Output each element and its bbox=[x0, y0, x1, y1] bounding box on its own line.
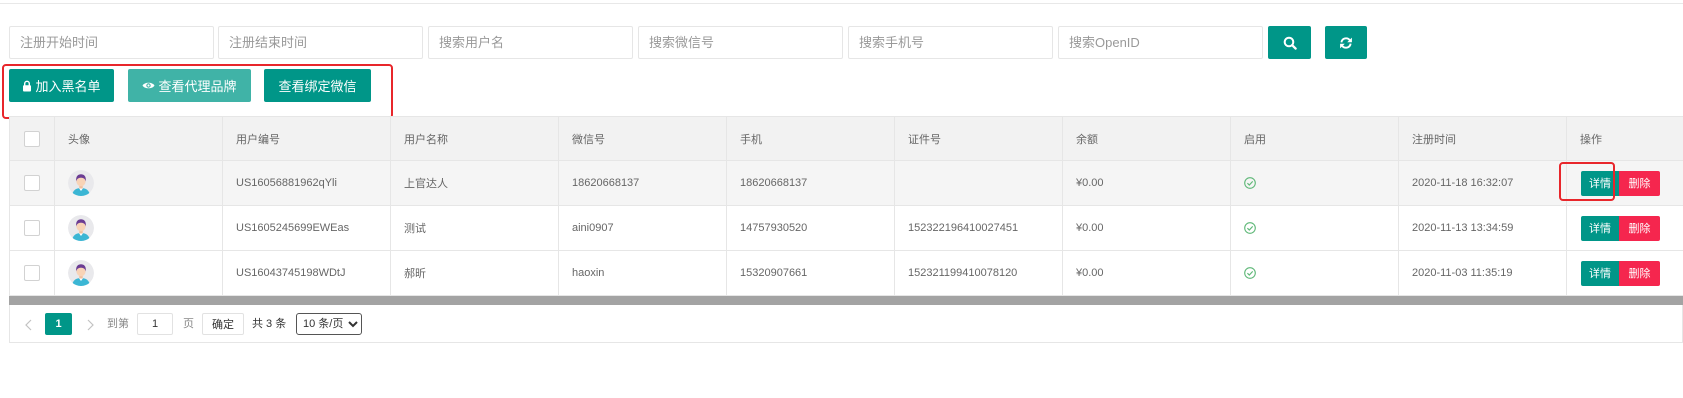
table-horizontal-scrollbar[interactable] bbox=[9, 296, 1683, 305]
row-checkbox[interactable] bbox=[24, 220, 40, 236]
table-row: US16056881962qYli 上官达人 18620668137 18620… bbox=[10, 161, 1683, 206]
column-header-wechat: 微信号 bbox=[559, 117, 727, 161]
openid-search-input[interactable] bbox=[1058, 26, 1263, 59]
user-avatar-icon bbox=[68, 215, 94, 241]
username-cell: 郝昕 bbox=[391, 251, 559, 296]
check-circle-icon bbox=[1244, 177, 1256, 189]
total-count-label: 共 3 条 bbox=[252, 318, 287, 330]
view-agent-brand-button[interactable]: 查看代理品牌 bbox=[128, 69, 251, 102]
row-select-cell bbox=[10, 206, 55, 251]
top-divider bbox=[0, 3, 1683, 4]
select-all-checkbox[interactable] bbox=[24, 130, 40, 147]
goto-confirm-button[interactable]: 确定 bbox=[202, 313, 244, 335]
user-id-cell: US1605245699EWEas bbox=[223, 206, 391, 251]
delete-button[interactable]: 删除 bbox=[1619, 170, 1660, 196]
column-header-avatar: 头像 bbox=[55, 117, 223, 161]
goto-page-label: 到第 bbox=[107, 318, 129, 330]
registered-at-cell: 2020-11-18 16:32:07 bbox=[1399, 161, 1567, 206]
search-button[interactable] bbox=[1268, 26, 1311, 59]
username-cell: 上官达人 bbox=[391, 161, 559, 206]
user-id-cell: US16043745198WDtJ bbox=[223, 251, 391, 296]
wechat-cell: 18620668137 bbox=[559, 161, 727, 206]
phone-search-input[interactable] bbox=[848, 26, 1053, 59]
actions-cell: 详情 删除 bbox=[1567, 251, 1683, 296]
goto-page-input[interactable] bbox=[137, 313, 173, 335]
avatar-cell bbox=[55, 161, 223, 206]
username-cell: 测试 bbox=[391, 206, 559, 251]
page-size-select[interactable]: 10 条/页 bbox=[296, 313, 362, 335]
column-header-enabled: 启用 bbox=[1231, 117, 1399, 161]
column-header-phone: 手机 bbox=[727, 117, 895, 161]
add-to-blacklist-label: 加入黑名单 bbox=[35, 79, 101, 94]
column-header-user-id: 用户编号 bbox=[223, 117, 391, 161]
id-number-cell: 152321199410078120 bbox=[895, 251, 1063, 296]
page-unit-label: 页 bbox=[183, 318, 194, 330]
registered-at-cell: 2020-11-03 11:35:19 bbox=[1399, 251, 1567, 296]
enabled-cell bbox=[1231, 161, 1399, 206]
user-avatar-icon bbox=[68, 260, 94, 286]
column-header-id-number: 证件号 bbox=[895, 117, 1063, 161]
lock-icon bbox=[22, 80, 32, 92]
column-header-balance: 余额 bbox=[1063, 117, 1231, 161]
row-select-cell bbox=[10, 161, 55, 206]
balance-cell: ¥0.00 bbox=[1063, 161, 1231, 206]
view-bound-wechat-button[interactable]: 查看绑定微信 bbox=[264, 69, 371, 102]
user-table: 头像 用户编号 用户名称 微信号 手机 证件号 余额 启用 注册时间 操作 US… bbox=[9, 116, 1683, 296]
phone-cell: 18620668137 bbox=[727, 161, 895, 206]
pagination: 1 到第 页 确定 共 3 条 10 条/页 bbox=[9, 305, 1683, 343]
actions-cell: 详情 删除 bbox=[1567, 206, 1683, 251]
row-select-cell bbox=[10, 251, 55, 296]
delete-button[interactable]: 删除 bbox=[1619, 215, 1660, 241]
row-checkbox[interactable] bbox=[24, 265, 40, 281]
avatar-cell bbox=[55, 251, 223, 296]
chevron-right-icon[interactable] bbox=[87, 318, 94, 336]
column-header-registered-at: 注册时间 bbox=[1399, 117, 1567, 161]
detail-button[interactable]: 详情 bbox=[1581, 215, 1619, 241]
column-header-actions: 操作 bbox=[1567, 117, 1683, 161]
phone-cell: 15320907661 bbox=[727, 251, 895, 296]
balance-cell: ¥0.00 bbox=[1063, 206, 1231, 251]
page-number-current[interactable]: 1 bbox=[45, 313, 72, 335]
detail-button[interactable]: 详情 bbox=[1581, 260, 1619, 286]
add-to-blacklist-button[interactable]: 加入黑名单 bbox=[9, 69, 114, 102]
balance-cell: ¥0.00 bbox=[1063, 251, 1231, 296]
user-avatar-icon bbox=[68, 170, 94, 196]
actions-cell: 详情 删除 bbox=[1567, 161, 1683, 206]
username-search-input[interactable] bbox=[428, 26, 633, 59]
select-all-cell bbox=[10, 117, 55, 161]
enabled-cell bbox=[1231, 206, 1399, 251]
column-header-username: 用户名称 bbox=[391, 117, 559, 161]
table-row: US16043745198WDtJ 郝昕 haoxin 15320907661 … bbox=[10, 251, 1683, 296]
check-circle-icon bbox=[1244, 267, 1256, 279]
phone-cell: 14757930520 bbox=[727, 206, 895, 251]
id-number-cell bbox=[895, 161, 1063, 206]
search-icon bbox=[1283, 36, 1297, 50]
refresh-icon bbox=[1339, 36, 1353, 50]
registered-at-cell: 2020-11-13 13:34:59 bbox=[1399, 206, 1567, 251]
delete-button[interactable]: 删除 bbox=[1619, 260, 1660, 286]
check-circle-icon bbox=[1244, 222, 1256, 234]
enabled-cell bbox=[1231, 251, 1399, 296]
detail-button[interactable]: 详情 bbox=[1581, 170, 1619, 196]
chevron-left-icon[interactable] bbox=[25, 318, 32, 336]
avatar-cell bbox=[55, 206, 223, 251]
wechat-search-input[interactable] bbox=[638, 26, 843, 59]
table-row: US1605245699EWEas 测试 aini0907 1475793052… bbox=[10, 206, 1683, 251]
user-id-cell: US16056881962qYli bbox=[223, 161, 391, 206]
row-checkbox[interactable] bbox=[24, 175, 40, 191]
view-bound-wechat-label: 查看绑定微信 bbox=[278, 79, 357, 94]
view-agent-brand-label: 查看代理品牌 bbox=[158, 79, 237, 94]
eye-icon bbox=[142, 81, 155, 90]
register-end-date-input[interactable] bbox=[218, 26, 423, 59]
wechat-cell: haoxin bbox=[559, 251, 727, 296]
register-start-date-input[interactable] bbox=[9, 26, 214, 59]
wechat-cell: aini0907 bbox=[559, 206, 727, 251]
table-header-row: 头像 用户编号 用户名称 微信号 手机 证件号 余额 启用 注册时间 操作 bbox=[10, 117, 1683, 161]
id-number-cell: 152322196410027451 bbox=[895, 206, 1063, 251]
refresh-button[interactable] bbox=[1325, 26, 1367, 59]
